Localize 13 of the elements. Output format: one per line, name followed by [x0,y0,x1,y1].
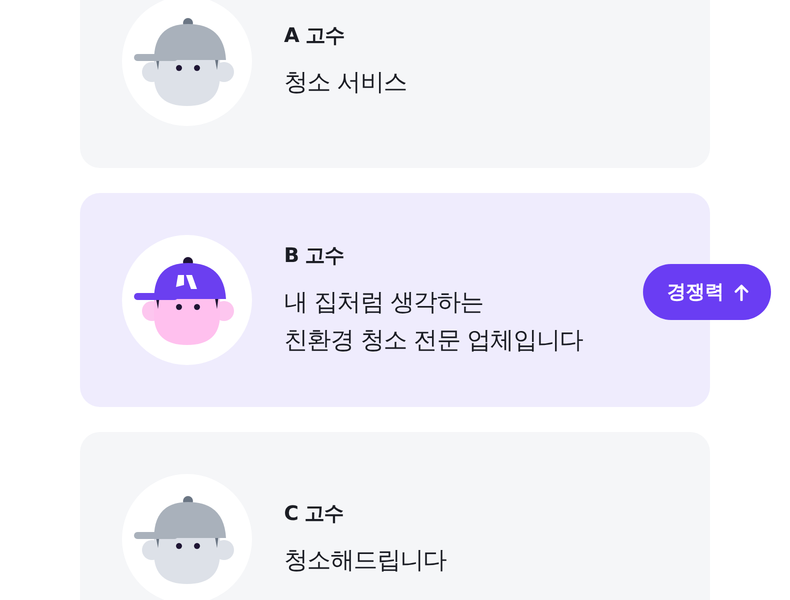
expert-name: B 고수 [284,242,346,268]
expert-description: 청소 서비스 [284,66,407,98]
expert-name: A 고수 [284,22,346,48]
avatar-icon [122,235,252,365]
competitiveness-badge[interactable]: 경쟁력 [643,264,771,320]
expert-description: 내 집처럼 생각하는 친환경 청소 전문 업체입니다 [284,286,583,356]
expert-card[interactable]: A 고수 청소 서비스 [80,0,710,168]
expert-description: 청소해드립니다 [284,544,446,576]
expert-name: C 고수 [284,500,345,526]
expert-card[interactable]: C 고수 청소해드립니다 [80,432,710,600]
avatar-icon [122,474,252,600]
arrow-up-icon [734,284,749,300]
avatar-icon [122,0,252,126]
